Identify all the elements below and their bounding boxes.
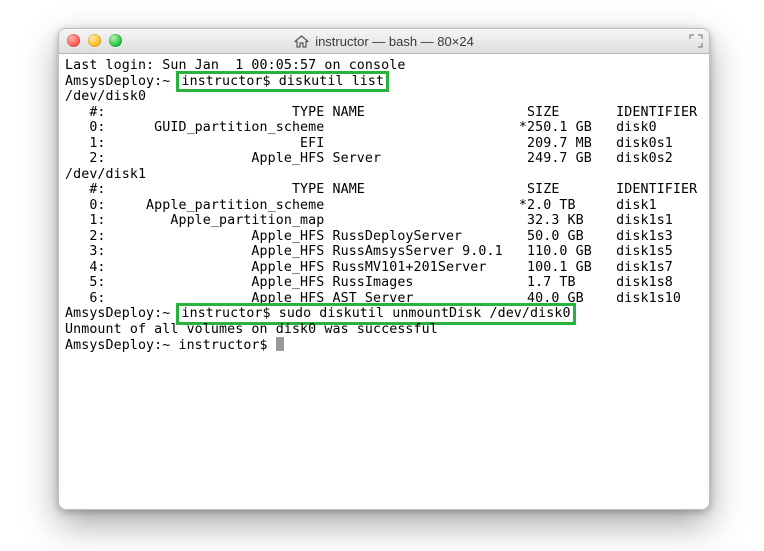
window-title-text: instructor — bash — 80×24: [315, 34, 474, 49]
titlebar[interactable]: instructor — bash — 80×24: [59, 29, 709, 54]
output-line: 3: Apple_HFS RussAmsysServer 9.0.1 110.0…: [65, 244, 703, 260]
prompt: AmsysDeploy:~ instructor$: [65, 338, 276, 353]
fullscreen-icon[interactable]: [689, 34, 703, 51]
output-line: 0: Apple_partition_scheme *2.0 TB disk1: [65, 198, 703, 214]
prompt: AmsysDeploy:~: [65, 306, 178, 321]
output-line: Unmount of all volumes on disk0 was succ…: [65, 322, 703, 338]
prompt: AmsysDeploy:~: [65, 74, 178, 89]
terminal-window: instructor — bash — 80×24 Last login: Su…: [58, 28, 710, 510]
output-line: 2: Apple_HFS RussDeployServer 50.0 GB di…: [65, 229, 703, 245]
window-title: instructor — bash — 80×24: [294, 34, 474, 49]
terminal-content[interactable]: Last login: Sun Jan 1 00:05:57 on consol…: [59, 54, 709, 509]
output-line: 5: Apple_HFS RussImages 1.7 TB disk1s8: [65, 275, 703, 291]
output-line: 0: GUID_partition_scheme *250.1 GB disk0: [65, 120, 703, 136]
output-line: 1: Apple_partition_map 32.3 KB disk1s1: [65, 213, 703, 229]
output-line: 4: Apple_HFS RussMV101+201Server 100.1 G…: [65, 260, 703, 276]
highlighted-command-1: instructor$ diskutil list: [176, 71, 389, 93]
output-line: 1: EFI 209.7 MB disk0s1: [65, 136, 703, 152]
minimize-icon[interactable]: [88, 34, 101, 47]
output-line: #: TYPE NAME SIZE IDENTIFIER: [65, 182, 703, 198]
output-line: /dev/disk1: [65, 167, 703, 183]
output-line: #: TYPE NAME SIZE IDENTIFIER: [65, 105, 703, 121]
close-icon[interactable]: [67, 34, 80, 47]
cursor-icon: [276, 337, 284, 351]
window-controls: [67, 34, 122, 47]
zoom-icon[interactable]: [109, 34, 122, 47]
home-icon: [294, 35, 309, 48]
output-line: 2: Apple_HFS Server 249.7 GB disk0s2: [65, 151, 703, 167]
